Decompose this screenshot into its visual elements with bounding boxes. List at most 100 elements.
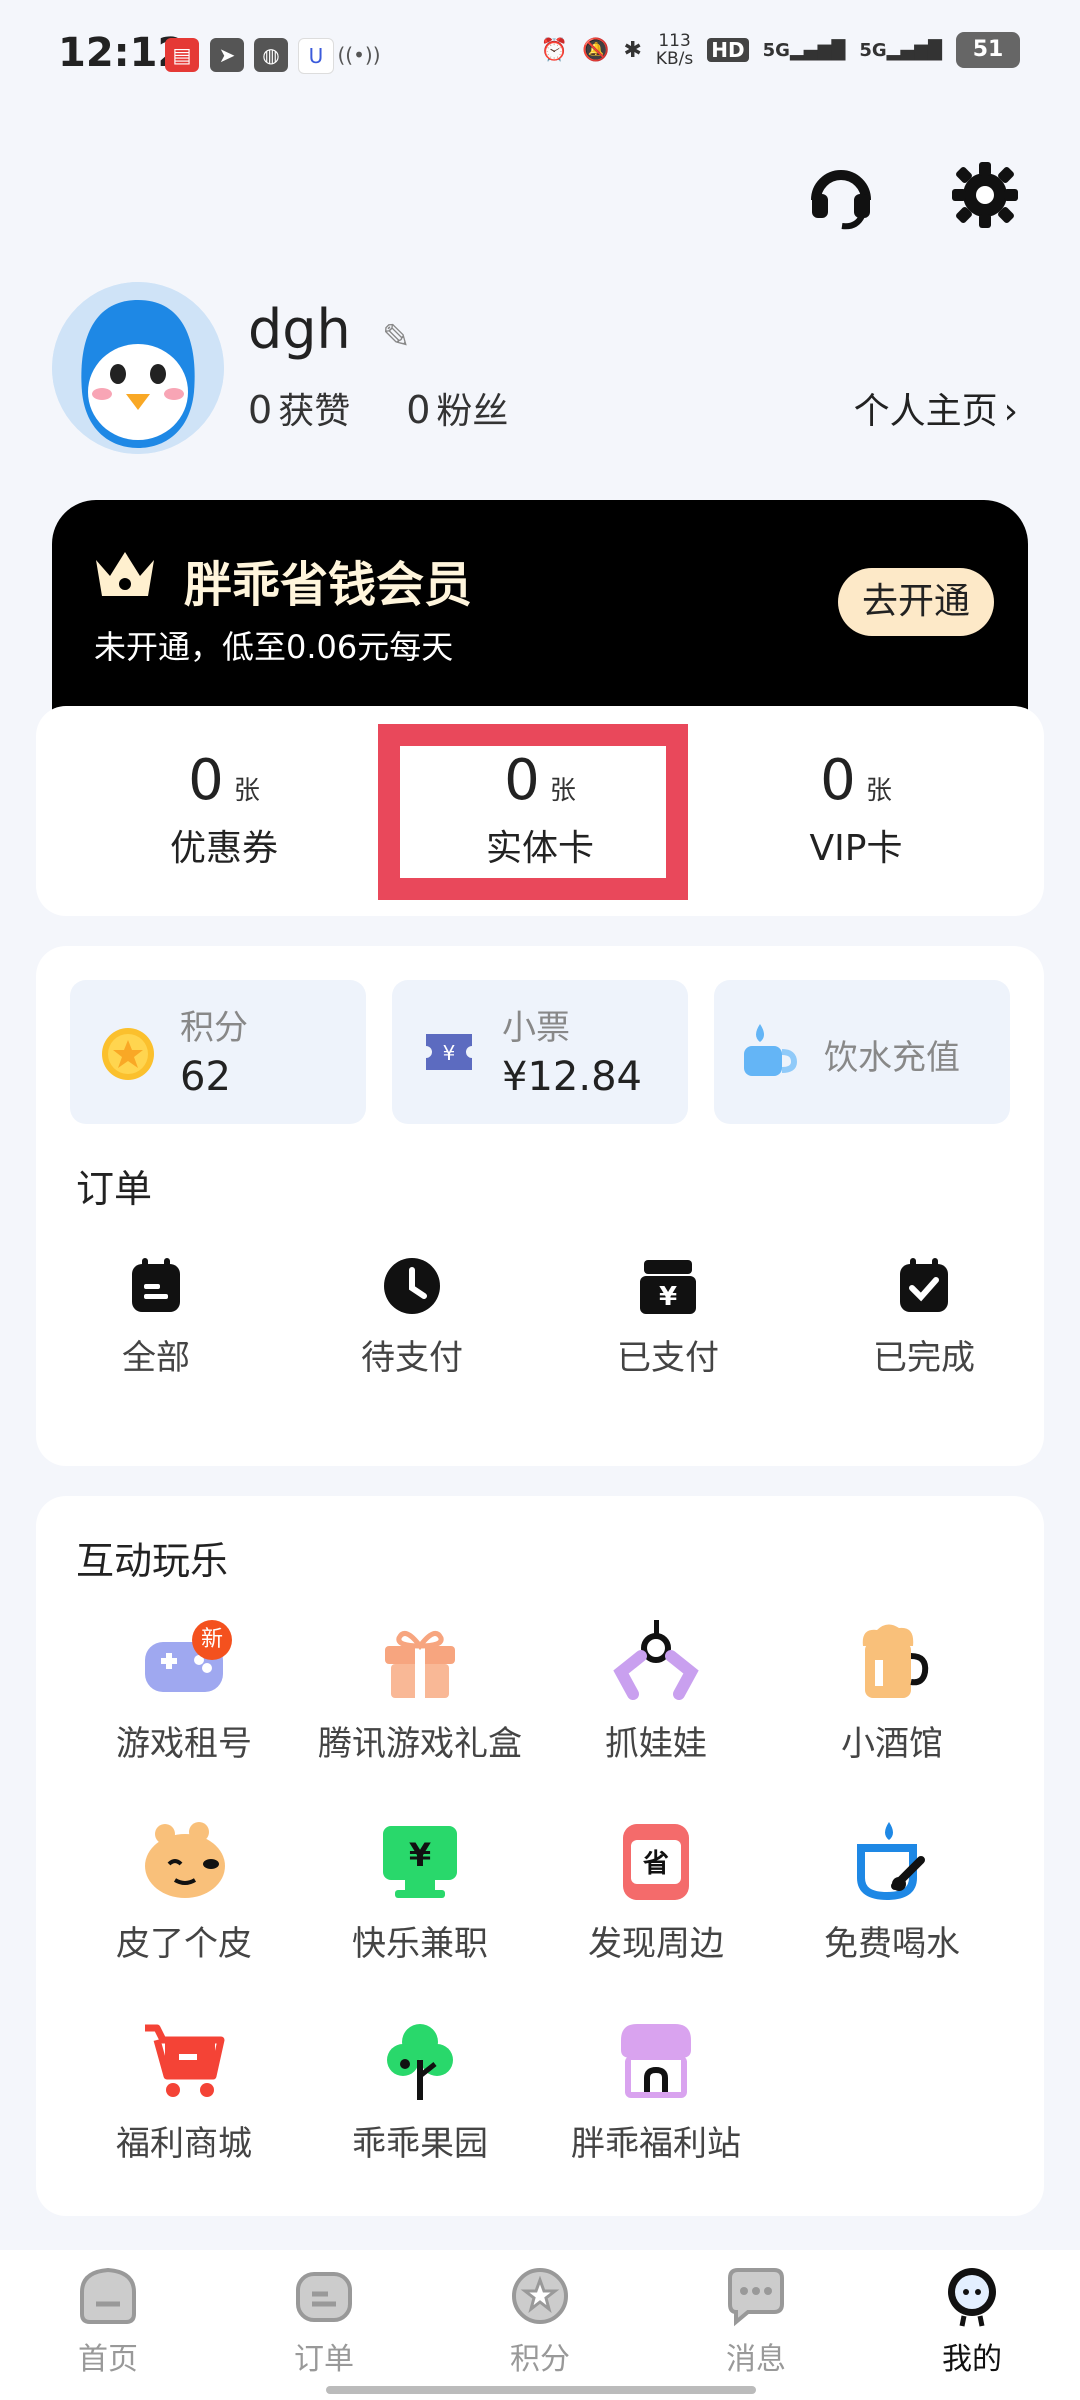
fun-tavern[interactable]: 小酒馆	[772, 1620, 1012, 1765]
points-tab-icon	[512, 2268, 568, 2324]
svg-text:¥: ¥	[443, 1041, 456, 1065]
battery-indicator: 51	[956, 32, 1020, 68]
homepage-link[interactable]: 个人主页 ›	[854, 382, 1018, 434]
points-tile[interactable]: 积分 62	[70, 980, 366, 1124]
net-speed: 113 KB/s	[655, 31, 694, 69]
send-notification-icon: ➤	[210, 38, 244, 72]
ticket-icon: ¥	[422, 1030, 476, 1078]
fun-free-water-label: 免费喝水	[824, 1924, 960, 1964]
fun-game-rental-label: 游戏租号	[116, 1724, 252, 1764]
fun-orchard[interactable]: 乖乖果园	[300, 2020, 540, 2165]
signal-1: 5G▂▄▆█	[762, 39, 846, 61]
tree-icon	[387, 2024, 453, 2100]
orders-title: 订单	[76, 1167, 153, 1211]
save-shop-icon: 省	[623, 1824, 689, 1900]
hd-badge: HD	[707, 38, 749, 62]
beer-icon	[862, 1624, 929, 1698]
edit-pencil-icon[interactable]: ✎	[382, 317, 411, 357]
store-icon	[621, 2024, 691, 2098]
avatar[interactable]	[52, 282, 224, 454]
clock-icon	[384, 1258, 440, 1314]
ticket-value: ¥12.84	[502, 1054, 642, 1100]
mute-icon: 🔕	[582, 37, 610, 63]
order-paid-label: 已支付	[617, 1338, 719, 1378]
fun-game-rental[interactable]: 新 游戏租号	[64, 1620, 304, 1765]
claw-icon	[613, 1620, 699, 1700]
face-icon	[145, 1822, 225, 1898]
chevron-right-icon: ›	[1003, 391, 1018, 432]
coupon-label: 优惠券	[169, 828, 278, 869]
fun-welfare-station-label: 胖乖福利站	[571, 2124, 741, 2164]
water-recharge-tile[interactable]: 饮水充值	[714, 980, 1010, 1124]
fun-orchard-label: 乖乖果园	[352, 2124, 488, 2164]
fun-discover[interactable]: 省 发现周边	[536, 1820, 776, 1965]
home-indicator[interactable]	[326, 2386, 756, 2394]
tab-messages[interactable]: 消息	[696, 2264, 816, 2378]
gift-box-icon	[385, 1631, 455, 1698]
fans-stat[interactable]: 0 粉丝	[406, 382, 508, 434]
order-paid[interactable]: ¥ 已支付	[578, 1256, 758, 1379]
cup-water-icon	[857, 1822, 925, 1901]
order-pending-label: 待支付	[361, 1338, 463, 1378]
settings-gear-icon[interactable]	[950, 160, 1020, 230]
fun-tavern-label: 小酒馆	[841, 1724, 943, 1764]
svg-text:¥: ¥	[659, 1282, 677, 1312]
water-cup-icon	[738, 1020, 798, 1084]
svg-text:省: 省	[642, 1849, 669, 1879]
tab-me-label: 我的	[942, 2342, 1002, 2377]
tab-me[interactable]: 我的	[912, 2264, 1032, 2378]
wechat-notification-icon: ◍	[254, 38, 288, 72]
ticket-tile[interactable]: ¥ 小票 ¥12.84	[392, 980, 688, 1124]
water-title: 饮水充值	[824, 1038, 960, 1078]
svg-text:¥: ¥	[409, 1836, 431, 1874]
profile-stats: 0 获赞 0 粉丝	[248, 382, 508, 434]
fun-mall-label: 福利商城	[116, 2124, 252, 2164]
order-all[interactable]: 全部	[66, 1256, 246, 1379]
cart-icon	[145, 2024, 225, 2097]
star-coin-icon	[100, 1026, 156, 1086]
fun-tencent-gift[interactable]: 腾讯游戏礼盒	[300, 1620, 540, 1765]
message-icon	[728, 2268, 784, 2327]
vip-subtitle: 未开通，低至0.06元每天	[94, 628, 454, 666]
tab-orders-label: 订单	[294, 2342, 354, 2377]
tab-points[interactable]: 积分	[480, 2264, 600, 2378]
paid-icon: ¥	[640, 1260, 696, 1314]
fun-pi-label: 皮了个皮	[116, 1924, 252, 1964]
fun-claw[interactable]: 抓娃娃	[536, 1620, 776, 1765]
highlight-box	[378, 724, 688, 900]
signal-2: 5G▂▄▆█	[859, 39, 942, 61]
fun-pi[interactable]: 皮了个皮	[64, 1820, 304, 1965]
fun-part-time[interactable]: ¥ 快乐兼职	[300, 1820, 540, 1965]
me-icon	[948, 2268, 996, 2327]
vip-card[interactable]: 0张 VIP卡	[706, 748, 1006, 871]
fun-welfare-station[interactable]: 胖乖福利站	[536, 2020, 776, 2165]
vip-title: 胖乖省钱会员	[184, 557, 473, 613]
order-pending[interactable]: 待支付	[322, 1256, 502, 1379]
check-icon	[900, 1258, 948, 1312]
status-bar: 12:12 ▤ ➤ ◍ U ((•)) ⏰ 🔕 ✱ 113 KB/s HD 5G▂…	[0, 0, 1080, 110]
tab-home[interactable]: 首页	[48, 2264, 168, 2378]
order-all-icon	[132, 1258, 180, 1312]
fun-discover-label: 发现周边	[588, 1924, 724, 1964]
customer-service-icon[interactable]	[806, 160, 876, 230]
points-value: 62	[180, 1054, 231, 1100]
username: dgh ✎	[248, 298, 411, 361]
order-completed[interactable]: 已完成	[834, 1256, 1014, 1379]
hotspot-icon: ((•))	[337, 43, 381, 67]
fun-claw-label: 抓娃娃	[605, 1724, 707, 1764]
fun-mall[interactable]: 福利商城	[64, 2020, 304, 2165]
tab-messages-label: 消息	[726, 2342, 786, 2377]
orders-tab-icon	[296, 2272, 352, 2322]
tab-orders[interactable]: 订单	[264, 2264, 384, 2378]
app-notification-icon: ▤	[165, 38, 199, 72]
coupon-card[interactable]: 0张 优惠券	[74, 748, 374, 871]
bluetooth-icon: ✱	[623, 37, 642, 63]
fun-part-time-label: 快乐兼职	[352, 1924, 488, 1964]
status-right: ⏰ 🔕 ✱ 113 KB/s HD 5G▂▄▆█ 5G▂▄▆█ 51	[541, 32, 1020, 68]
u-app-notification-icon: U	[298, 38, 334, 74]
monitor-yen-icon: ¥	[383, 1826, 457, 1898]
new-badge: 新	[192, 1620, 232, 1660]
vip-activate-button[interactable]: 去开通	[838, 568, 994, 636]
fun-free-water[interactable]: 免费喝水	[772, 1820, 1012, 1965]
likes-stat[interactable]: 0 获赞	[248, 382, 350, 434]
